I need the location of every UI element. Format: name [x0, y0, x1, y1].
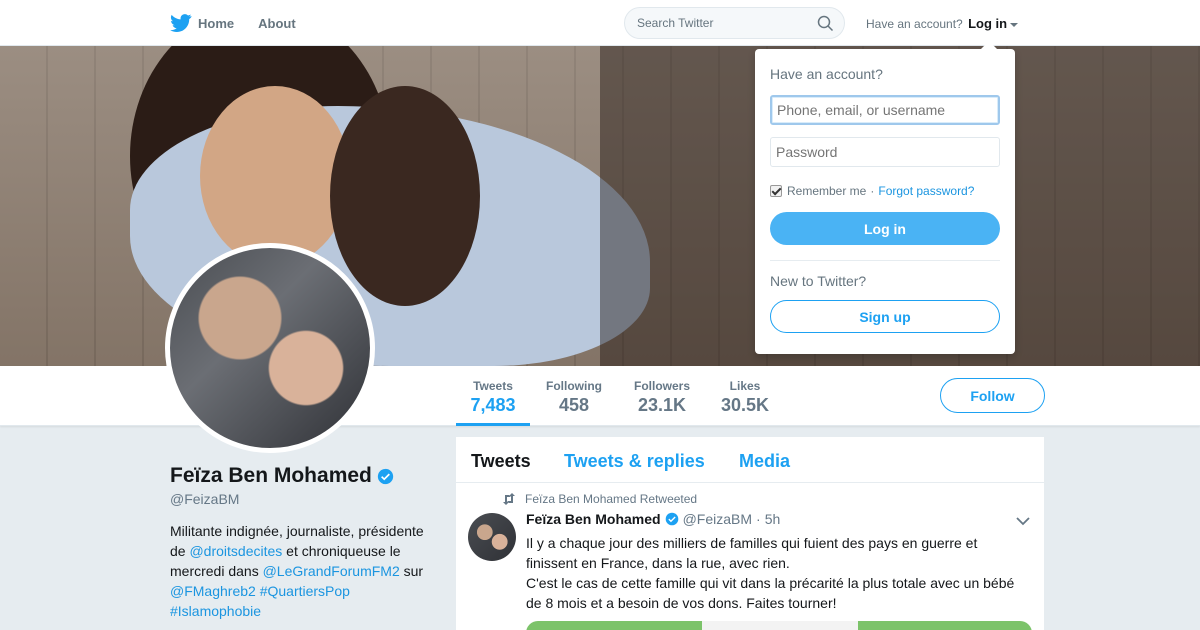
remember-separator: · — [870, 184, 875, 198]
stat-tweets[interactable]: Tweets 7,483 — [456, 366, 530, 426]
tweet-media[interactable] — [526, 621, 1032, 630]
tweet-avatar[interactable] — [468, 513, 516, 561]
nav-left: Home About — [170, 0, 320, 46]
tab-tweets-replies[interactable]: Tweets & replies — [564, 451, 705, 472]
tweet-media-center — [702, 621, 858, 630]
login-dropdown-title: Have an account? — [770, 66, 883, 82]
remember-me-checkbox[interactable] — [770, 185, 782, 197]
tweet-text-line-1: Il y a chaque jour des milliers de famil… — [526, 535, 978, 571]
stat-followers-label: Followers — [633, 379, 690, 393]
bio-mention-droitsdecites[interactable]: @droitsdecites — [189, 543, 282, 559]
nav-home-label: Home — [198, 15, 235, 31]
profile-bio: Militante indignée, journaliste, préside… — [170, 521, 440, 621]
bio-mention-fmaghreb2[interactable]: @FMaghreb2 — [170, 583, 256, 599]
tweet-separator: · — [756, 511, 761, 527]
retweet-context: Feïza Ben Mohamed Retweeted — [502, 492, 697, 506]
username-field[interactable] — [770, 95, 1000, 125]
timeline: Tweets Tweets & replies Media Feïza Ben … — [456, 437, 1044, 630]
tweet-text-line-2: C'est le cas de cette famille qui vit da… — [526, 575, 1015, 611]
tweet[interactable]: Feïza Ben Mohamed Retweeted Feïza Ben Mo… — [456, 483, 1044, 630]
login-dropdown: Have an account? Remember me · Forgot pa… — [755, 41, 1015, 354]
timeline-tabs: Tweets Tweets & replies Media — [456, 437, 1044, 483]
banner-photo-face — [200, 86, 350, 266]
stat-likes-value: 30.5K — [720, 395, 770, 415]
stat-following-value: 458 — [558, 395, 590, 415]
avatar[interactable] — [165, 243, 375, 453]
signup-button[interactable]: Sign up — [770, 300, 1000, 333]
verified-badge-icon — [665, 512, 678, 526]
top-navigation: Home About Search Twitter Have an accoun… — [0, 0, 1200, 46]
verified-badge-icon — [377, 468, 394, 484]
nav-about[interactable]: About — [258, 16, 296, 31]
stat-tweets-value: 7,483 — [470, 395, 516, 415]
profile-handle: @FeizaBM — [170, 491, 240, 507]
search-placeholder: Search Twitter — [637, 16, 714, 30]
tweet-header: Feïza Ben Mohamed @FeizaBM · 5h — [526, 511, 780, 527]
profile-name: Feïza Ben Mohamed — [170, 464, 394, 488]
stat-tweets-label: Tweets — [473, 379, 513, 393]
caret-down-icon — [1010, 22, 1019, 27]
tab-media[interactable]: Media — [739, 451, 790, 472]
stat-following-label: Following — [546, 379, 602, 393]
login-button[interactable]: Log in — [770, 212, 1000, 245]
bio-text-3: sur — [399, 563, 424, 579]
tweet-author-handle[interactable]: @FeizaBM — [683, 511, 752, 527]
tweet-author-name[interactable]: Feïza Ben Mohamed — [526, 511, 661, 527]
nav-home[interactable]: Home — [170, 14, 234, 32]
tab-tweets[interactable]: Tweets — [471, 451, 531, 472]
retweet-context-text: Feïza Ben Mohamed Retweeted — [525, 492, 698, 506]
retweet-icon — [503, 493, 515, 505]
password-field[interactable] — [770, 137, 1000, 167]
tweet-text: Il y a chaque jour des milliers de famil… — [526, 533, 1026, 613]
stat-following[interactable]: Following 458 — [539, 366, 609, 426]
login-link[interactable]: Log in — [968, 16, 1007, 31]
search-icon[interactable] — [817, 15, 834, 32]
forgot-password-link[interactable]: Forgot password? — [878, 184, 974, 198]
search-input[interactable]: Search Twitter — [624, 7, 845, 39]
remember-me-label[interactable]: Remember me — [787, 184, 866, 198]
remember-row: Remember me · Forgot password? — [770, 184, 974, 198]
stat-followers-value: 23.1K — [637, 395, 687, 415]
chevron-down-icon[interactable] — [1016, 517, 1030, 526]
follow-button[interactable]: Follow — [940, 378, 1045, 413]
nav-about-label: About — [258, 15, 296, 31]
profile-name-text: Feïza Ben Mohamed — [170, 464, 372, 487]
have-account-text: Have an account? — [866, 17, 963, 31]
bio-mention-legrandforum[interactable]: @LeGrandForumFM2 — [263, 563, 400, 579]
have-account-toggle[interactable]: Have an account? Log in — [866, 16, 1019, 31]
stat-likes[interactable]: Likes 30.5K — [715, 366, 775, 426]
twitter-bird-icon — [170, 14, 192, 32]
stat-followers[interactable]: Followers 23.1K — [627, 366, 697, 426]
tweet-media-left — [526, 621, 702, 630]
tweet-timestamp[interactable]: 5h — [765, 511, 781, 527]
banner-photo-hair-side — [330, 86, 480, 306]
tweet-media-right — [858, 621, 1032, 630]
new-to-twitter-text: New to Twitter? — [770, 273, 867, 289]
bio-hashtag-quartierspop[interactable]: #QuartiersPop — [260, 583, 350, 599]
dropdown-divider — [770, 260, 1000, 261]
stat-likes-label: Likes — [729, 379, 761, 393]
bio-hashtag-islamophobie[interactable]: #Islamophobie — [170, 603, 261, 619]
